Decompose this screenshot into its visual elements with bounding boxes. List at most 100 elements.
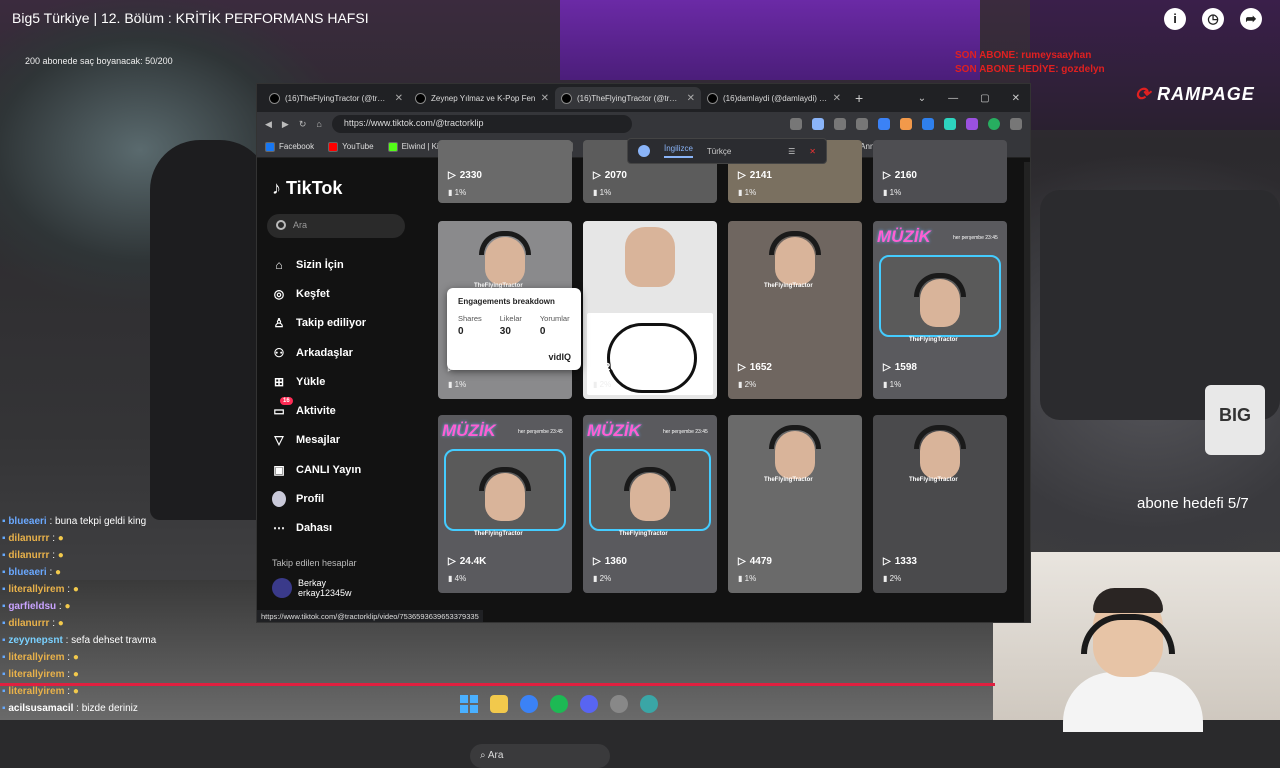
nav-item-8[interactable]: ▣ CANLI Yayın (272, 455, 366, 484)
share-page-icon[interactable] (834, 118, 846, 130)
browser-tab[interactable]: (16)damlaydi (@damlaydi) | T ✕ (701, 87, 847, 109)
nav-item-3[interactable]: ♙ Takip ediliyor (272, 309, 366, 338)
nav-item-5[interactable]: ⊞ Yükle (272, 367, 366, 396)
video-card[interactable]: ▷ 2091 ▮ 2% (583, 221, 717, 399)
share-icon[interactable]: ➦ (1240, 8, 1262, 30)
following-account[interactable]: Berkay erkay12345w (272, 578, 352, 598)
browser-icon[interactable] (520, 695, 538, 713)
translate-target-language[interactable]: Türkçe (707, 147, 731, 156)
windows-start-icon[interactable] (460, 695, 478, 713)
video-card[interactable]: ▷ 2160 ▮ 1% (873, 140, 1007, 203)
extension-icon[interactable] (944, 118, 956, 130)
translate-close-icon[interactable]: ✕ (809, 147, 816, 156)
menu-icon[interactable] (1010, 118, 1022, 130)
engagement-rate: ▮ 1% (883, 188, 901, 197)
tab-title: (16)TheFlyingTractor (@tractor (285, 93, 390, 103)
close-tab-icon[interactable]: ✕ (833, 93, 841, 104)
tiktok-search-input[interactable]: Ara (267, 214, 405, 238)
chat-separator: : (62, 635, 72, 646)
home-icon[interactable]: ⌂ (316, 119, 321, 129)
reload-icon[interactable]: ↻ (299, 119, 307, 130)
clock-icon[interactable]: ◷ (1202, 8, 1224, 30)
browser-tab[interactable]: Zeynep Yılmaz ve K-Pop Fen ✕ (409, 87, 555, 109)
video-card[interactable]: ▷ 2330 ▮ 1% (438, 140, 572, 203)
install-icon[interactable] (790, 118, 802, 130)
following-icon: ♙ (273, 316, 285, 331)
bookmark-item[interactable]: YouTube (328, 141, 374, 152)
browser-tab[interactable]: (16)TheFlyingTractor (@tractor ✕ (263, 87, 409, 109)
extension-icon[interactable] (966, 118, 978, 130)
minimize-button[interactable]: — (948, 93, 958, 104)
headphones (479, 231, 531, 255)
chat-message: ▪ zeyynepsnt : sefa dehset travma (2, 632, 232, 649)
translate-icon[interactable] (812, 118, 824, 130)
extension-icon[interactable] (878, 118, 890, 130)
nav-item-4[interactable]: ⚇ Arkadaşlar (272, 338, 366, 367)
bookmark-item[interactable]: Facebook (265, 141, 314, 152)
extension-icon[interactable] (922, 118, 934, 130)
back-icon[interactable]: ◀ (265, 119, 272, 130)
translate-menu-icon[interactable]: ☰ (788, 147, 795, 156)
info-icon[interactable]: i (1164, 8, 1186, 30)
tab-title: (16)TheFlyingTractor (@tracto (577, 93, 682, 103)
close-tab-icon[interactable]: ✕ (687, 93, 695, 104)
video-card[interactable]: MÜZİK her perşembe 23:45 TheFlyingTractor ▷… (583, 415, 717, 593)
view-count-value: 4479 (749, 556, 772, 567)
translate-source-language[interactable]: İngilizce (664, 144, 693, 158)
nav-item-2[interactable]: ◎ Keşfet (272, 279, 366, 308)
muzik-logo: MÜZİK (877, 227, 931, 246)
messages-icon: ▽ (274, 433, 284, 448)
chat-message: ▪ dilanurrr : ● (2, 547, 232, 564)
video-card[interactable]: TheFlyingTractor ▷ 1333 ▮ 2% (873, 415, 1007, 593)
nav-item-1[interactable]: ⌂ Sizin İçin (272, 250, 366, 279)
browser-tab[interactable]: (16)TheFlyingTractor (@tracto ✕ (555, 87, 701, 109)
play-icon: ▷ (593, 556, 601, 567)
video-card[interactable]: MÜZİK her perşembe 23:45 TheFlyingTractor ▷… (438, 415, 572, 593)
browser-window: (16)TheFlyingTractor (@tractor ✕ Zeynep Yı… (256, 83, 1031, 623)
bookmark-icon[interactable] (856, 118, 868, 130)
nav-item-7[interactable]: ▽ Mesajlar (272, 426, 366, 455)
tiktok-logo[interactable]: ♪ TikTok (272, 178, 342, 199)
close-tab-icon[interactable]: ✕ (541, 93, 549, 104)
translate-icon (638, 145, 650, 157)
chart-icon: ▮ (448, 188, 455, 197)
maximize-button[interactable]: ▢ (980, 93, 989, 104)
play-icon: ▷ (738, 362, 746, 373)
url-field[interactable]: https://www.tiktok.com/@tractorklip (331, 115, 632, 133)
tab-search-icon[interactable]: ⌄ (918, 93, 926, 104)
discord-icon[interactable] (580, 695, 598, 713)
chat-message: ▪ dilanurrr : ● (2, 615, 232, 632)
profile-icon[interactable] (988, 118, 1000, 130)
close-window-button[interactable]: ✕ (1012, 93, 1020, 104)
file-explorer-icon[interactable] (490, 695, 508, 713)
chat-username: dilanurrr (8, 618, 50, 629)
video-card[interactable]: MÜZİK her perşembe 23:45 TheFlyingTractor ▷… (873, 221, 1007, 399)
spotify-icon[interactable] (550, 695, 568, 713)
engagement-rate: ▮ 1% (738, 188, 756, 197)
muzik-subtitle: her perşembe 23:45 (518, 429, 563, 435)
globe-icon[interactable] (640, 695, 658, 713)
app-icon[interactable] (610, 695, 628, 713)
nav-item-9[interactable]: Profil (272, 484, 366, 513)
extension-icon[interactable] (900, 118, 912, 130)
emote-icon: ● (72, 652, 79, 663)
chat-username: blueaeri (8, 516, 47, 527)
video-card[interactable]: TheFlyingTractor ▷ 1652 ▮ 2% (728, 221, 862, 399)
engagement-value: 1% (599, 188, 612, 197)
nav-item-10[interactable]: ⋯ Dahası (272, 514, 366, 543)
forward-icon[interactable]: ▶ (282, 119, 289, 130)
close-tab-icon[interactable]: ✕ (395, 93, 403, 104)
video-card[interactable]: TheFlyingTractor ▷ 4479 ▮ 1% (728, 415, 862, 593)
nav-item-6[interactable]: ▭ 16 Aktivite (272, 396, 366, 425)
tab-bar: (16)TheFlyingTractor (@tractor ✕ Zeynep Yı… (257, 84, 1030, 112)
new-tab-button[interactable]: + (847, 90, 871, 106)
chat-username: zeyynepsnt (8, 635, 63, 646)
play-icon: ▷ (883, 362, 891, 373)
chat-separator: : (46, 516, 56, 527)
view-count: ▷ 4479 (738, 556, 772, 567)
chat-message: ▪ literallyirem : ● (2, 581, 232, 598)
taskbar-search[interactable]: ⌕ Ara (470, 744, 610, 768)
live-icon: ▣ (273, 462, 285, 477)
chat-message: ▪ literallyirem : ● (2, 649, 232, 666)
page-scrollbar[interactable] (1024, 162, 1030, 622)
